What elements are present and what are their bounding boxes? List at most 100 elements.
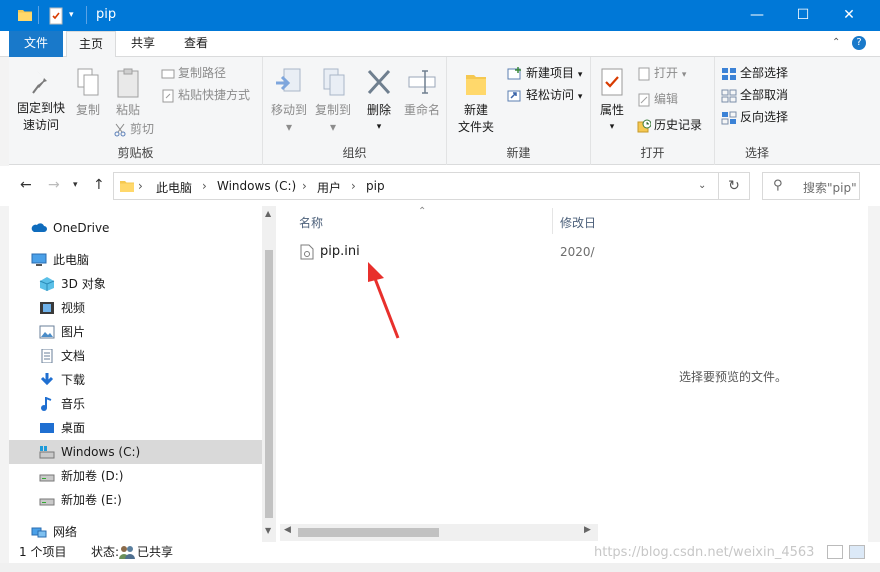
tab-file[interactable]: 文件 [9,31,63,57]
search-placeholder: 搜索"pip" [803,181,857,195]
refresh-button[interactable]: ↻ [719,172,750,200]
customize-quick-access-dropdown-icon[interactable]: ▾ [69,10,74,28]
scroll-right-icon[interactable]: ▶ [584,525,591,535]
nav-item-network[interactable]: 网络 [9,520,262,544]
help-icon[interactable]: ? [852,36,866,50]
copy-to-button[interactable]: 复制到 ▾ [311,67,355,136]
nav-item-videos[interactable]: 视频 [9,296,262,320]
tab-home[interactable]: 主页 [66,31,116,58]
scroll-left-icon[interactable]: ◀ [284,525,291,535]
pin-to-quick-access-button[interactable]: 固定到快 速访问 [13,67,69,134]
rename-label: 重命名 [403,103,440,117]
preview-message: 选择要预览的文件。 [678,370,787,384]
pin-label-line1: 固定到快 [16,101,65,115]
scrollbar-thumb[interactable] [265,250,273,518]
delete-dropdown-icon[interactable]: ▾ [359,119,399,136]
close-button[interactable]: ✕ [826,0,872,31]
search-box[interactable]: ⚲ 搜索"pip" [762,172,860,200]
open-dropdown-icon[interactable]: ▾ [682,70,687,80]
column-divider[interactable] [552,208,553,234]
properties-dropdown-icon[interactable]: ▾ [595,119,629,136]
file-list-horizontal-scrollbar[interactable]: ◀ ▶ [280,524,598,541]
move-to-icon [276,68,301,92]
file-row[interactable]: pip.ini 2020/ [294,240,595,264]
collapse-ribbon-icon[interactable]: ⌃ [832,37,840,48]
maximize-button[interactable]: ☐ [780,0,826,31]
computer-icon [31,253,47,266]
status-state-label: 状态: [91,545,120,559]
select-all-button[interactable]: 全部选择 [721,63,788,83]
nav-item-drive-d[interactable]: 新加卷 (D:) [9,464,262,488]
recent-locations-chevron-icon[interactable]: ▾ [73,180,78,190]
copy-button[interactable]: 复制 [71,67,105,119]
rename-button[interactable]: 重命名 [399,67,445,119]
new-item-dropdown-icon[interactable]: ▾ [578,70,583,80]
scroll-up-icon[interactable]: ▲ [265,209,271,218]
crumb-this-pc[interactable]: 此电脑 [156,179,192,196]
move-to-button[interactable]: 移动到 ▾ [267,67,311,136]
pin-icon [32,71,47,94]
nav-item-documents[interactable]: 文档 [9,344,262,368]
new-folder-button[interactable]: 新建 文件夹 [451,67,501,136]
paste-button[interactable]: 粘贴 [111,67,145,119]
nav-item-this-pc[interactable]: 此电脑 [9,248,262,272]
details-view-icon[interactable] [827,545,843,559]
properties-label: 属性 [599,103,624,117]
nav-item-onedrive[interactable]: OneDrive [9,216,262,240]
copy-path-button[interactable]: 复制路径 [161,63,226,83]
nav-item-drive-e[interactable]: 新加卷 (E:) [9,488,262,512]
crumb-separator-icon[interactable]: › [138,179,143,193]
edit-button[interactable]: 编辑 [637,89,678,109]
easy-access-dropdown-icon[interactable]: ▾ [578,92,583,102]
new-group-label: 新建 [506,146,531,160]
nav-item-pictures[interactable]: 图片 [9,320,262,344]
crumb-drive-c[interactable]: Windows (C:) [217,179,296,193]
forward-arrow-icon[interactable]: → [48,177,60,193]
large-icons-view-icon[interactable] [849,545,865,559]
properties-quick-access-icon[interactable] [48,7,64,25]
properties-button[interactable]: 属性 ▾ [595,67,629,136]
nav-item-drive-c[interactable]: Windows (C:) [9,440,262,464]
windows-drive-icon [39,446,55,459]
address-history-chevron-icon[interactable]: ⌄ [698,180,706,191]
column-header-name[interactable]: 名称 [299,214,323,231]
new-item-button[interactable]: 新建项目 ▾ [507,63,582,83]
crumb-users[interactable]: 用户 [317,179,341,196]
tab-view[interactable]: 查看 [170,31,222,57]
divider [38,6,39,24]
drive-icon [39,498,55,506]
nav-item-music[interactable]: 音乐 [9,392,262,416]
video-film-icon [40,302,54,314]
select-none-button[interactable]: 全部取消 [721,85,788,105]
paste-shortcut-button[interactable]: 粘贴快捷方式 [161,85,250,105]
scrollbar-thumb[interactable] [298,528,439,537]
ribbon-tabs: 文件 主页 共享 查看 ⌃ ? [0,31,880,58]
new-item-label: 新建项目 [526,66,575,80]
up-arrow-icon[interactable]: ↑ [93,177,105,193]
back-arrow-icon[interactable]: ← [20,177,32,193]
invert-selection-label: 反向选择 [740,110,789,124]
column-header-modified[interactable]: 修改日 [560,214,596,231]
address-bar[interactable]: › 此电脑 › Windows (C:) › 用户 › pip ⌄ [113,172,719,200]
nav-item-downloads[interactable]: 下载 [9,368,262,392]
minimize-button[interactable]: — [734,0,780,31]
tab-share[interactable]: 共享 [118,31,168,57]
crumb-separator-icon[interactable]: › [202,179,207,193]
sort-ascending-icon: ⌃ [418,206,427,217]
open-button[interactable]: 打开 ▾ [637,63,686,83]
crumb-separator-icon[interactable]: › [302,179,307,193]
easy-access-button[interactable]: 轻松访问 ▾ [507,85,582,105]
scroll-down-icon[interactable]: ▼ [265,526,271,535]
nav-label: 音乐 [61,397,86,411]
nav-item-3d-objects[interactable]: 3D 对象 [9,272,262,296]
history-button[interactable]: 历史记录 [637,115,702,135]
cut-button[interactable]: 剪切 [113,119,154,139]
nav-item-desktop[interactable]: 桌面 [9,416,262,440]
document-icon [41,349,53,363]
crumb-separator-icon[interactable]: › [351,179,356,193]
invert-selection-button[interactable]: 反向选择 [721,107,788,127]
crumb-pip[interactable]: pip [366,179,385,193]
navigation-scrollbar[interactable]: ▲ ▼ [262,206,276,542]
folder-icon [119,178,135,197]
delete-button[interactable]: 删除 ▾ [359,67,399,136]
